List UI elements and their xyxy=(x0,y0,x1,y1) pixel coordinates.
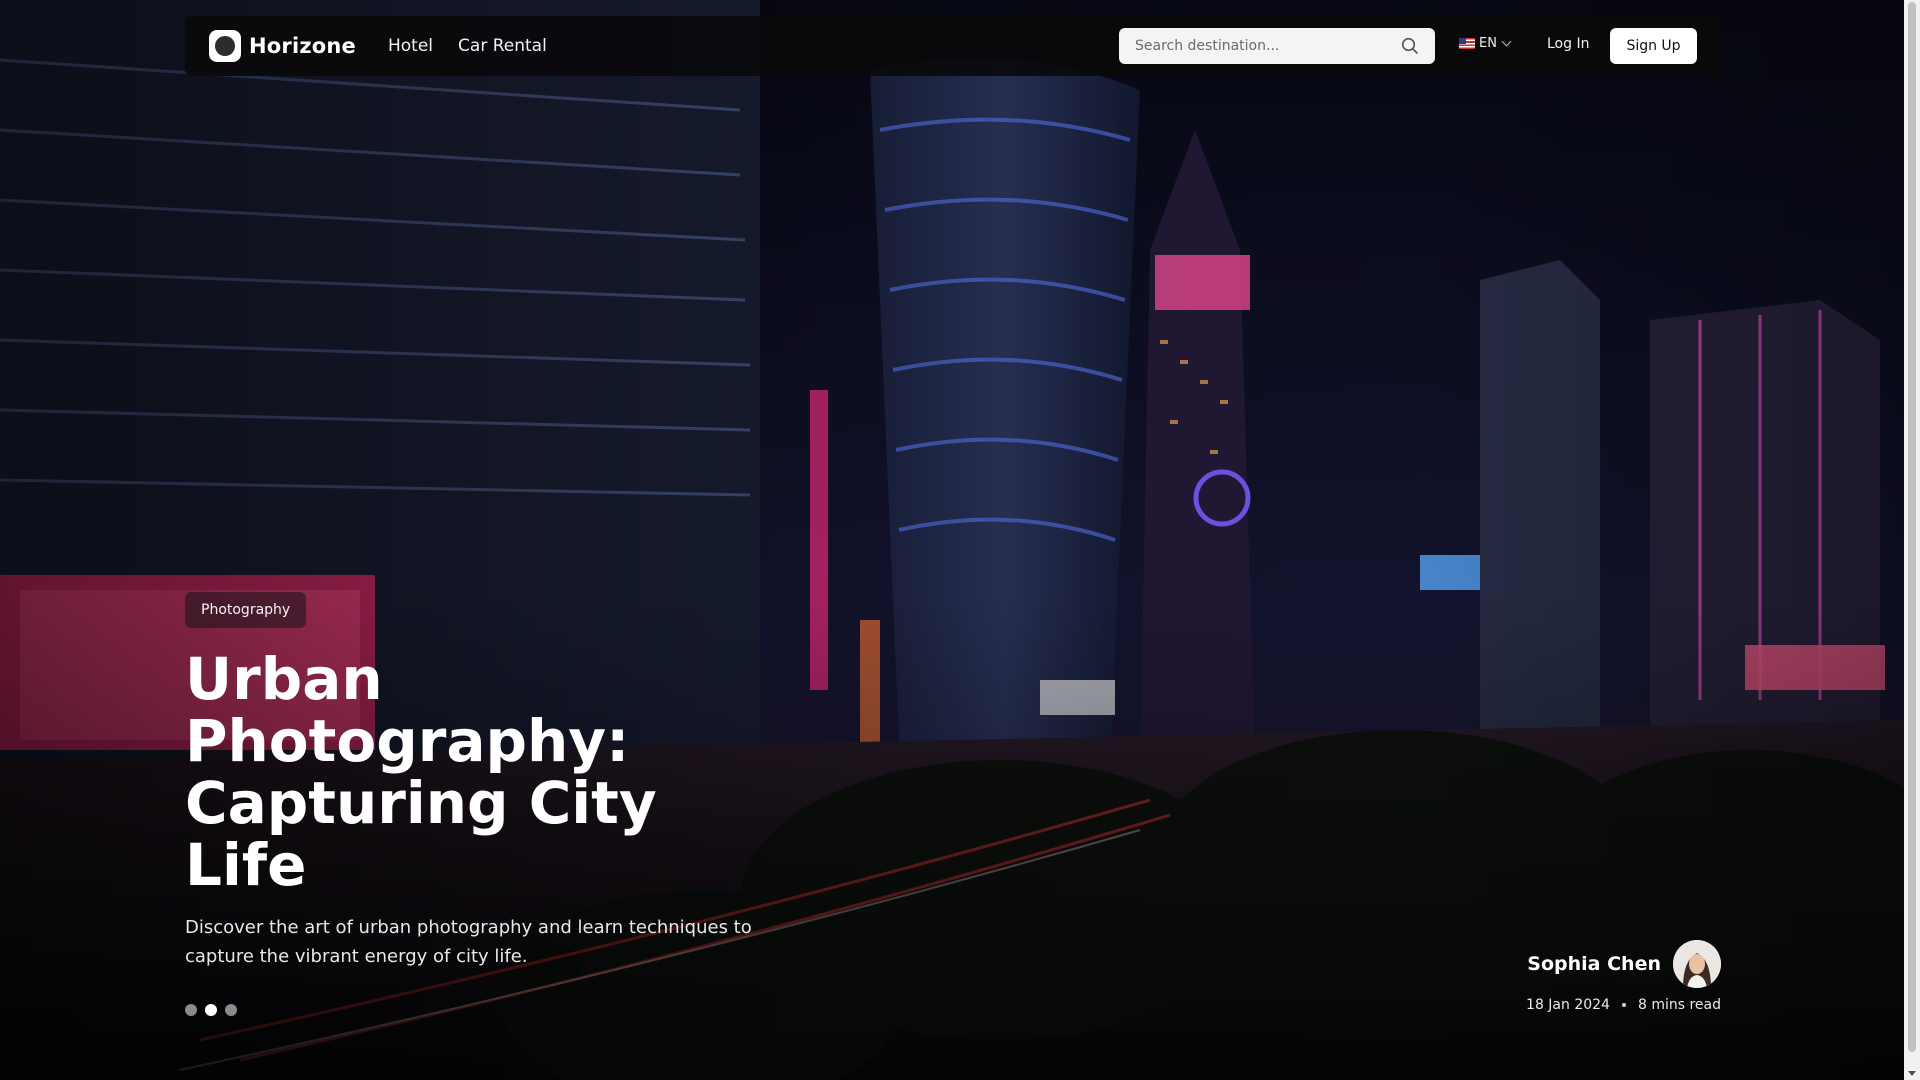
language-label: EN xyxy=(1479,36,1497,51)
slide-indicators xyxy=(185,1004,245,1016)
scroll-down-arrow-icon[interactable] xyxy=(1908,1071,1916,1076)
hero-title: Urban Photography: Capturing City Life xyxy=(185,645,657,899)
slide-dot-2[interactable] xyxy=(205,1004,217,1016)
chevron-down-icon xyxy=(1501,36,1512,47)
logo-icon xyxy=(209,30,241,62)
search-icon[interactable] xyxy=(1401,37,1419,55)
slide-dot-1[interactable] xyxy=(185,1004,197,1016)
flag-us-icon xyxy=(1459,38,1475,49)
post-date: 18 Jan 2024 xyxy=(1526,997,1610,1013)
avatar xyxy=(1673,940,1721,988)
search-input[interactable] xyxy=(1119,38,1389,54)
brand-logo-link[interactable]: Horizone xyxy=(209,30,356,62)
category-badge[interactable]: Photography xyxy=(185,592,307,628)
login-link[interactable]: Log In xyxy=(1547,36,1589,52)
meta-separator xyxy=(1621,1003,1626,1007)
post-meta: 18 Jan 2024 8 mins read xyxy=(1526,997,1721,1013)
hero-excerpt: Discover the art of urban photography an… xyxy=(185,917,752,967)
brand-name: Horizone xyxy=(249,34,356,58)
signup-button[interactable]: Sign Up xyxy=(1610,28,1697,64)
search-box xyxy=(1119,28,1435,64)
author-avatar-icon xyxy=(1673,940,1721,988)
author-info[interactable]: Sophia Chen xyxy=(1527,940,1721,988)
top-navbar: Horizone Hotel Car Rental EN Log In Sign… xyxy=(185,16,1721,76)
read-time: 8 mins read xyxy=(1637,997,1721,1013)
nav-link-hotel[interactable]: Hotel xyxy=(388,36,433,56)
page-scrollbar[interactable] xyxy=(1904,0,1920,1080)
author-name: Sophia Chen xyxy=(1527,953,1661,975)
nav-link-car-rental[interactable]: Car Rental xyxy=(458,36,547,56)
nav-links: Hotel Car Rental xyxy=(388,36,572,56)
language-selector[interactable]: EN xyxy=(1459,36,1512,51)
slide-dot-3[interactable] xyxy=(225,1004,237,1016)
scrollbar-thumb[interactable] xyxy=(1908,2,1916,1052)
